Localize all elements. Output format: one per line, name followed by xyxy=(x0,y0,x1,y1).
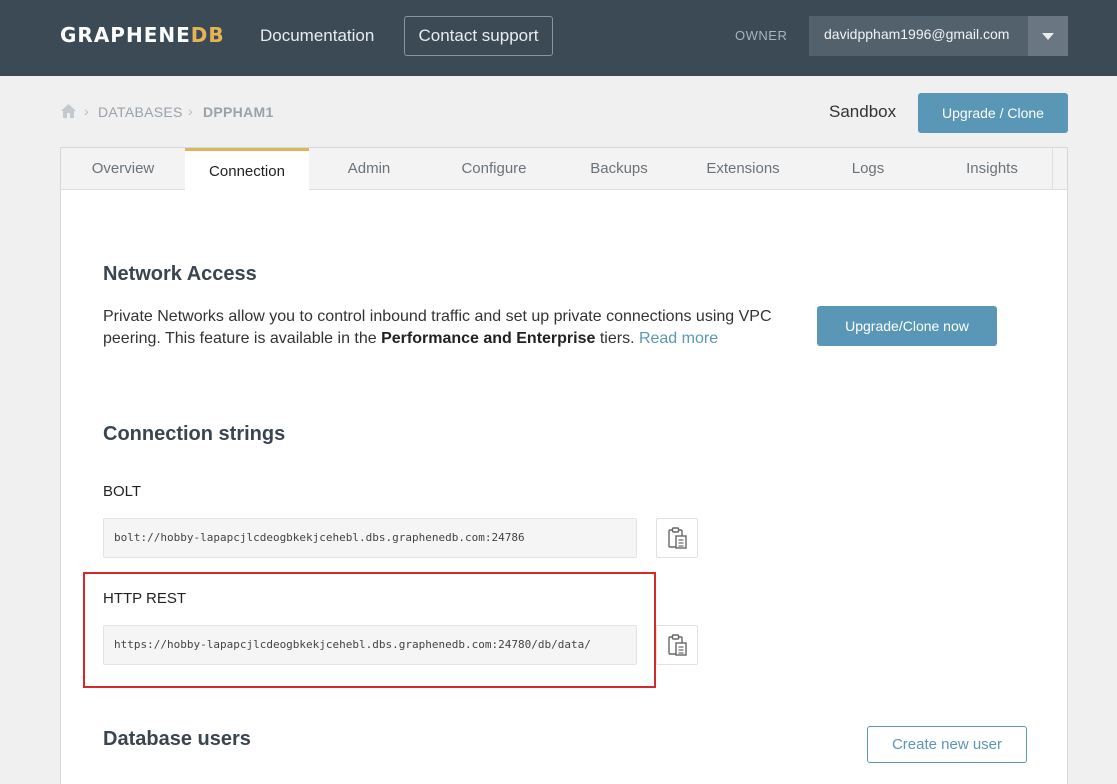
upgrade-clone-button[interactable]: Upgrade / Clone xyxy=(918,93,1068,133)
tab-divider xyxy=(1052,148,1053,190)
tab-backups[interactable]: Backups xyxy=(557,148,681,190)
tab-admin[interactable]: Admin xyxy=(307,148,431,190)
create-new-user-button[interactable]: Create new user xyxy=(867,726,1027,763)
tab-connection[interactable]: Connection xyxy=(185,148,309,191)
database-users-heading: Database users xyxy=(103,728,251,750)
tab-configure[interactable]: Configure xyxy=(432,148,556,190)
copy-bolt-button[interactable] xyxy=(656,518,698,558)
bolt-connection-field[interactable]: bolt://hobby-lapapcjlcdeogbkekjcehebl.db… xyxy=(103,518,637,558)
breadcrumb-separator: › xyxy=(84,103,89,119)
breadcrumb-separator: › xyxy=(188,103,193,119)
account-dropdown-button[interactable] xyxy=(1028,16,1068,56)
tab-bar: Overview Connection Admin Configure Back… xyxy=(61,148,1067,191)
network-access-description: Private Networks allow you to control in… xyxy=(103,308,772,347)
home-icon[interactable] xyxy=(61,104,76,118)
upgrade-clone-now-button[interactable]: Upgrade/Clone now xyxy=(817,306,997,346)
account-selector[interactable]: davidppham1996@gmail.com xyxy=(809,16,1028,56)
read-more-link[interactable]: Read more xyxy=(639,330,718,347)
tab-overview[interactable]: Overview xyxy=(61,148,185,190)
contact-support-button[interactable]: Contact support xyxy=(404,16,553,56)
breadcrumb-databases[interactable]: DATABASES xyxy=(98,104,183,120)
http-rest-connection-field[interactable]: https://hobby-lapapcjlcdeogbkekjcehebl.d… xyxy=(103,625,637,665)
clipboard-icon xyxy=(668,527,687,549)
documentation-link[interactable]: Documentation xyxy=(260,26,374,46)
tab-logs[interactable]: Logs xyxy=(806,148,930,190)
top-navbar: GRAPHENEDB Documentation Contact support… xyxy=(0,0,1117,76)
owner-label: OWNER xyxy=(735,28,788,43)
breadcrumb-current: DPPHAM1 xyxy=(203,104,274,120)
bolt-label: BOLT xyxy=(103,483,142,500)
plan-label: Sandbox xyxy=(829,102,897,121)
tab-insights[interactable]: Insights xyxy=(930,148,1054,190)
database-panel: Overview Connection Admin Configure Back… xyxy=(60,147,1068,784)
http-rest-label: HTTP REST xyxy=(103,590,187,607)
tab-extensions[interactable]: Extensions xyxy=(681,148,805,190)
clipboard-icon xyxy=(668,634,687,656)
connection-strings-heading: Connection strings xyxy=(103,423,286,445)
copy-http-rest-button[interactable] xyxy=(656,625,698,665)
network-access-heading: Network Access xyxy=(103,263,257,285)
graphenedb-logo[interactable]: GRAPHENEDB xyxy=(60,23,225,47)
chevron-down-icon xyxy=(1042,33,1054,40)
